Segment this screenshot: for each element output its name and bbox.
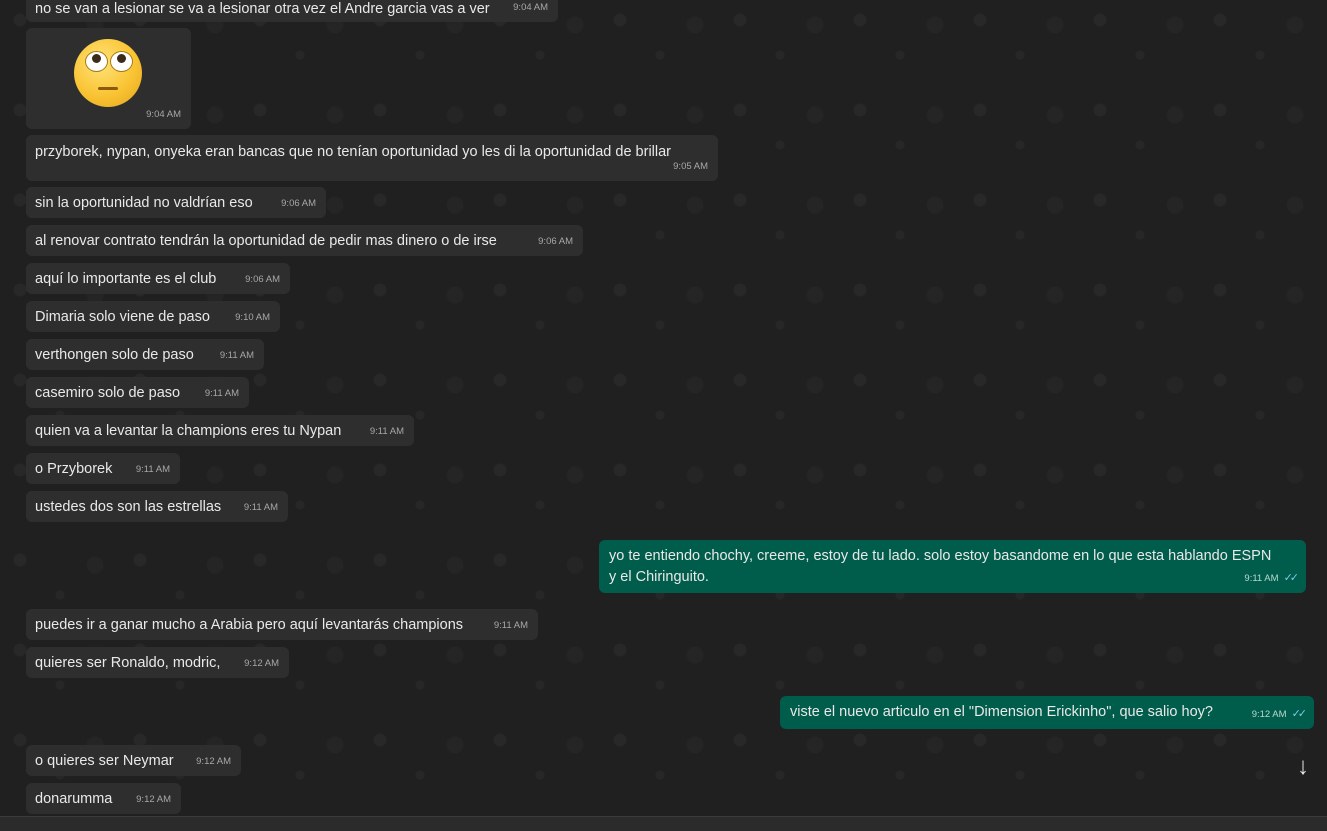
message-text: verthongen solo de paso (35, 347, 194, 363)
message-time: 9:04 AM (146, 109, 181, 120)
message-text: aquí lo importante es el club (35, 271, 217, 287)
message-time: 9:06 AM (281, 198, 316, 209)
message-time: 9:12 AM (136, 794, 171, 805)
message-text: o Przyborek (35, 461, 113, 477)
message-bubble-incoming[interactable]: quieres ser Ronaldo, modric, 9:12 AM (26, 647, 289, 678)
message-text: casemiro solo de paso (35, 385, 181, 401)
emoji-eye (110, 51, 133, 72)
message-text: al renovar contrato tendrán la oportunid… (35, 233, 497, 249)
message-text: donarumma (35, 791, 113, 807)
message-bubble-incoming[interactable]: Dimaria solo viene de paso 9:10 AM (26, 301, 280, 332)
message-text: viste el nuevo articulo en el "Dimension… (790, 704, 1213, 720)
double-check-icon: ✓✓ (1291, 708, 1308, 720)
message-text: Dimaria solo viene de paso (35, 309, 210, 325)
message-bubble-incoming[interactable]: donarumma 9:12 AM (26, 783, 181, 814)
message-text-line: y el Chiringuito. (609, 569, 709, 585)
message-text: sin la oportunidad no valdrían eso (35, 195, 253, 211)
message-time: 9:10 AM (235, 312, 270, 323)
composer-bar (0, 816, 1327, 831)
face-with-rolling-eyes-emoji (74, 39, 142, 107)
message-bubble-outgoing[interactable]: yo te entiendo chochy, creeme, estoy de … (599, 540, 1306, 593)
message-time: 9:05 AM (673, 161, 708, 172)
emoji-eye (85, 51, 108, 72)
message-text: quien va a levantar la champions eres tu… (35, 423, 342, 439)
message-time: 9:11 AM (243, 502, 278, 513)
message-text: o quieres ser Neymar (35, 753, 174, 769)
message-text: przyborek, nypan, onyeka eran bancas que… (35, 144, 672, 160)
message-text: quieres ser Ronaldo, modric, (35, 655, 221, 671)
message-time: 9:11 AM (369, 426, 404, 437)
message-status: 9:12 AM ✓✓ (1251, 704, 1308, 725)
message-bubble-incoming[interactable]: verthongen solo de paso 9:11 AM (26, 339, 264, 370)
message-time: 9:11 AM (493, 620, 528, 631)
message-time: 9:06 AM (538, 236, 573, 247)
message-time: 9:11 AM (135, 464, 170, 475)
message-bubble-incoming[interactable]: al renovar contrato tendrán la oportunid… (26, 225, 583, 256)
message-bubble-incoming[interactable]: sin la oportunidad no valdrían eso 9:06 … (26, 187, 326, 218)
message-bubble-incoming[interactable]: puedes ir a ganar mucho a Arabia pero aq… (26, 609, 538, 640)
message-status: 9:11 AM ✓✓ (1244, 568, 1300, 589)
double-check-icon: ✓✓ (1283, 572, 1300, 584)
message-time: 9:11 AM (204, 388, 239, 399)
message-time: 9:06 AM (245, 274, 280, 285)
message-text: no se van a lesionar se va a lesionar ot… (35, 1, 490, 17)
message-bubble-incoming[interactable]: quien va a levantar la champions eres tu… (26, 415, 414, 446)
sticker-message[interactable]: 9:04 AM (26, 28, 191, 129)
message-time: 9:04 AM (513, 2, 548, 13)
message-time: 9:12 AM (244, 658, 279, 669)
message-bubble-incoming[interactable]: przyborek, nypan, onyeka eran bancas que… (26, 135, 718, 181)
message-bubble-outgoing[interactable]: viste el nuevo articulo en el "Dimension… (780, 696, 1314, 729)
scroll-to-bottom-button[interactable]: ↓ (1283, 747, 1323, 787)
message-bubble-incoming[interactable]: casemiro solo de paso 9:11 AM (26, 377, 249, 408)
message-time: 9:12 AM (196, 756, 231, 767)
message-bubble-incoming[interactable]: o Przyborek 9:11 AM (26, 453, 180, 484)
message-bubble-incoming[interactable]: ustedes dos son las estrellas 9:11 AM (26, 491, 288, 522)
message-bubble-incoming[interactable]: no se van a lesionar se va a lesionar ot… (26, 0, 558, 22)
message-bubble-incoming[interactable]: aquí lo importante es el club 9:06 AM (26, 263, 290, 294)
message-text: ustedes dos son las estrellas (35, 499, 222, 515)
emoji-mouth (98, 87, 118, 90)
message-time: 9:11 AM (219, 350, 254, 361)
chat-message-list[interactable]: no se van a lesionar se va a lesionar ot… (0, 0, 1327, 816)
message-bubble-incoming[interactable]: o quieres ser Neymar 9:12 AM (26, 745, 241, 776)
message-text: puedes ir a ganar mucho a Arabia pero aq… (35, 617, 464, 633)
arrow-down-icon: ↓ (1297, 753, 1309, 780)
message-time: 9:11 AM (1244, 573, 1279, 584)
message-time: 9:12 AM (1251, 709, 1287, 720)
message-text-line: yo te entiendo chochy, creeme, estoy de … (609, 548, 1272, 564)
